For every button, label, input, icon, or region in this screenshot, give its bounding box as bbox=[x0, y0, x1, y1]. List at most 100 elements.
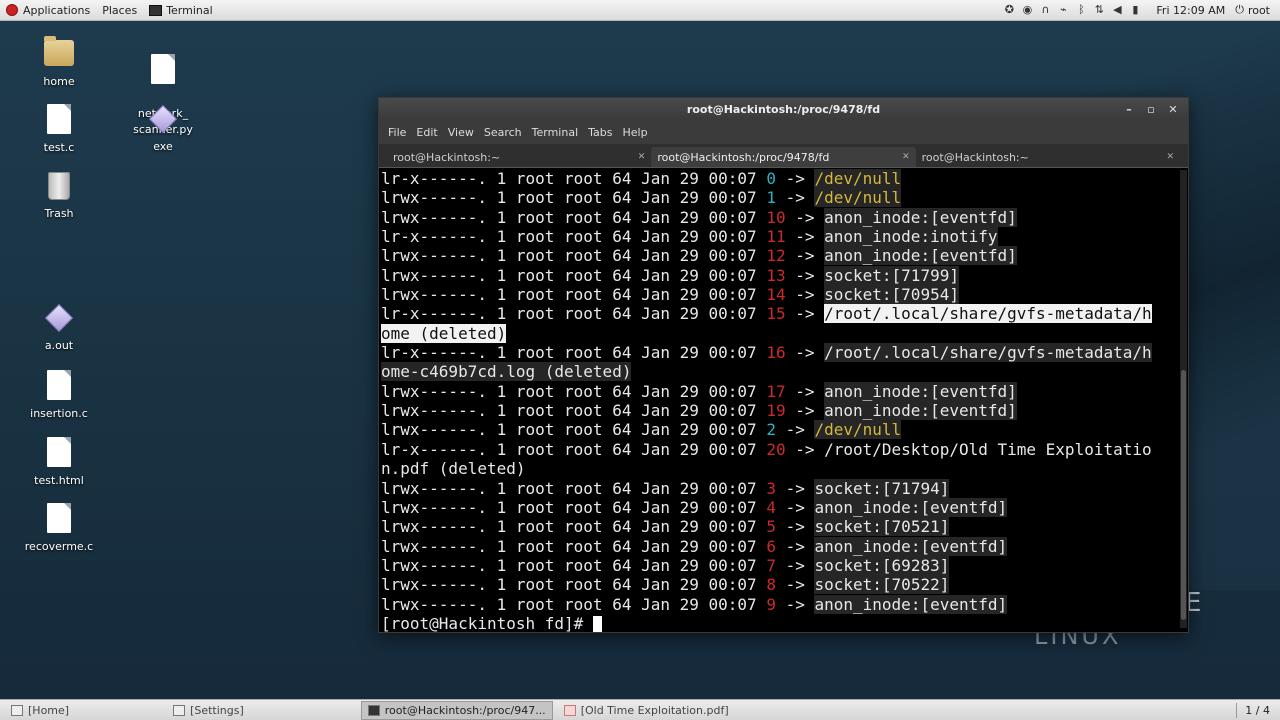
desktop-icon-label: test.html bbox=[34, 474, 84, 487]
line-prefix: lr-x------. 1 root root 64 Jan 29 00:07 bbox=[381, 439, 767, 459]
minimize-button[interactable]: – bbox=[1120, 103, 1138, 116]
tab-label: root@Hackintosh:~ bbox=[921, 150, 1029, 164]
speaker-icon[interactable]: ◉ bbox=[1021, 4, 1033, 16]
close-icon[interactable]: ✕ bbox=[638, 152, 646, 162]
arrow: -> bbox=[785, 401, 825, 421]
line-prefix: lrwx------. 1 root root 64 Jan 29 00:07 bbox=[381, 381, 767, 401]
menu-file[interactable]: File bbox=[383, 126, 411, 139]
desktop-icon-home[interactable]: home bbox=[14, 36, 104, 90]
headphones-icon[interactable]: ∩ bbox=[1039, 4, 1051, 16]
window-controls: – ▫ ✕ bbox=[1116, 98, 1182, 120]
accessibility-icon[interactable]: ✪ bbox=[1003, 4, 1015, 16]
desktop-icon-a-out[interactable]: a.out bbox=[14, 303, 104, 354]
desktop-icon-insertion-c[interactable]: insertion.c bbox=[14, 370, 104, 422]
battery-icon[interactable]: ▮ bbox=[1129, 4, 1141, 16]
applications-logo-icon bbox=[6, 4, 18, 16]
fd-number: 4 bbox=[766, 497, 776, 517]
terminal-launcher[interactable]: Terminal bbox=[143, 0, 219, 21]
terminal-line: lr-x------. 1 root root 64 Jan 29 00:07 … bbox=[381, 227, 1188, 247]
scrollbar[interactable] bbox=[1180, 170, 1187, 628]
bluetooth-icon[interactable]: ᛒ bbox=[1075, 4, 1087, 16]
user-menu[interactable]: root bbox=[1248, 4, 1270, 17]
window-titlebar[interactable]: root@Hackintosh:/proc/9478/fd – ▫ ✕ bbox=[379, 98, 1188, 120]
network-icon[interactable]: ⇅ bbox=[1093, 4, 1105, 16]
line-prefix: lrwx------. 1 root root 64 Jan 29 00:07 bbox=[381, 285, 767, 305]
task-label: [Home] bbox=[28, 703, 70, 717]
tab-label: root@Hackintosh:~ bbox=[393, 150, 501, 164]
tab-proc-fd[interactable]: root@Hackintosh:/proc/9478/fd ✕ bbox=[651, 147, 916, 167]
terminal-line: lrwx------. 1 root root 64 Jan 29 00:07 … bbox=[381, 188, 1188, 208]
menubar: File Edit View Search Terminal Tabs Help bbox=[379, 120, 1188, 144]
desktop-icon-recoverme-c[interactable]: recoverme.c bbox=[14, 503, 104, 555]
desktop-icon-label: a.out bbox=[44, 339, 74, 352]
close-button[interactable]: ✕ bbox=[1164, 103, 1182, 116]
arrow: -> bbox=[785, 227, 825, 247]
scrollbar-thumb[interactable] bbox=[1181, 370, 1186, 620]
volume-icon[interactable]: ◀ bbox=[1111, 4, 1123, 16]
user-icon: ⏻ bbox=[1235, 3, 1244, 16]
task-label: root@Hackintosh:/proc/947... bbox=[384, 703, 546, 717]
line-prefix: lrwx------. 1 root root 64 Jan 29 00:07 bbox=[381, 246, 767, 266]
file-icon bbox=[151, 54, 175, 84]
desktop-icon-label: exe bbox=[153, 140, 173, 153]
link-target: anon_inode:[eventfd] bbox=[814, 594, 1008, 614]
close-icon[interactable]: ✕ bbox=[1166, 152, 1174, 162]
executable-icon bbox=[148, 104, 178, 134]
menu-search[interactable]: Search bbox=[479, 126, 527, 139]
menu-edit[interactable]: Edit bbox=[411, 126, 442, 139]
file-icon bbox=[47, 370, 71, 400]
menu-help[interactable]: Help bbox=[618, 126, 653, 139]
applications-menu[interactable]: Applications bbox=[0, 0, 96, 21]
tab-home-1[interactable]: root@Hackintosh:~ ✕ bbox=[387, 147, 651, 167]
arrow: -> bbox=[785, 265, 825, 285]
desktop-icon-test-c[interactable]: test.c bbox=[14, 104, 104, 156]
tab-home-2[interactable]: root@Hackintosh:~ ✕ bbox=[916, 147, 1180, 167]
maximize-button[interactable]: ▫ bbox=[1142, 103, 1160, 116]
terminal-output[interactable]: lr-x------. 1 root root 64 Jan 29 00:07 … bbox=[379, 168, 1188, 633]
terminal-line: lrwx------. 1 root root 64 Jan 29 00:07 … bbox=[381, 575, 1188, 595]
link-target: socket:[70522] bbox=[814, 575, 950, 595]
line-prefix: lrwx------. 1 root root 64 Jan 29 00:07 bbox=[381, 265, 767, 285]
tab-label: root@Hackintosh:/proc/9478/fd bbox=[657, 150, 830, 164]
link-target: socket:[71799] bbox=[824, 265, 959, 285]
task-pdf[interactable]: [Old Time Exploitation.pdf] bbox=[557, 701, 736, 720]
arrow: -> bbox=[785, 207, 825, 227]
usb-icon[interactable]: ⌁ bbox=[1057, 4, 1069, 16]
link-target: anon_inode:[eventfd] bbox=[814, 497, 1008, 517]
menu-tabs[interactable]: Tabs bbox=[583, 126, 617, 139]
menu-view[interactable]: View bbox=[443, 126, 479, 139]
prompt-line[interactable]: [root@Hackintosh fd]# bbox=[381, 614, 1188, 633]
desktop-icon-test-html[interactable]: test.html bbox=[14, 437, 104, 489]
line-prefix: lrwx------. 1 root root 64 Jan 29 00:07 bbox=[381, 575, 767, 595]
line-prefix: lrwx------. 1 root root 64 Jan 29 00:07 bbox=[381, 497, 767, 517]
fd-number: 14 bbox=[766, 285, 786, 305]
arrow: -> bbox=[775, 420, 815, 440]
arrow: -> bbox=[775, 497, 815, 517]
link-target-continued: n.pdf (deleted) bbox=[381, 459, 526, 479]
menu-terminal[interactable]: Terminal bbox=[527, 126, 584, 139]
desktop-icon-label: test.c bbox=[43, 141, 75, 154]
terminal-line-wrap: ome-c469b7cd.log (deleted) bbox=[381, 362, 1188, 382]
arrow: -> bbox=[775, 555, 815, 575]
places-menu[interactable]: Places bbox=[96, 0, 143, 21]
task-settings[interactable]: [Settings] bbox=[166, 701, 251, 720]
desktop-icon-label: recoverme.c bbox=[24, 540, 94, 553]
places-label: Places bbox=[102, 3, 138, 17]
workspace-switcher[interactable]: 1 / 4 bbox=[1236, 700, 1280, 720]
terminal-line: lrwx------. 1 root root 64 Jan 29 00:07 … bbox=[381, 401, 1188, 421]
close-icon[interactable]: ✕ bbox=[902, 152, 910, 162]
folder-icon bbox=[44, 36, 74, 66]
fd-number: 10 bbox=[766, 207, 786, 227]
task-terminal[interactable]: root@Hackintosh:/proc/947... bbox=[360, 700, 553, 720]
arrow: -> bbox=[785, 285, 825, 305]
desktop-icon-trash[interactable]: Trash bbox=[14, 170, 104, 222]
clock[interactable]: Fri 12:09 AM bbox=[1156, 4, 1225, 17]
task-home[interactable]: [Home] bbox=[4, 701, 76, 720]
fd-number: 1 bbox=[766, 188, 776, 208]
line-prefix: lrwx------. 1 root root 64 Jan 29 00:07 bbox=[381, 401, 767, 421]
arrow: -> bbox=[785, 439, 825, 459]
pdf-icon bbox=[563, 704, 576, 716]
fd-number: 6 bbox=[766, 536, 776, 556]
fd-number: 16 bbox=[766, 343, 786, 363]
desktop-icon-exe[interactable]: exe bbox=[118, 104, 208, 155]
